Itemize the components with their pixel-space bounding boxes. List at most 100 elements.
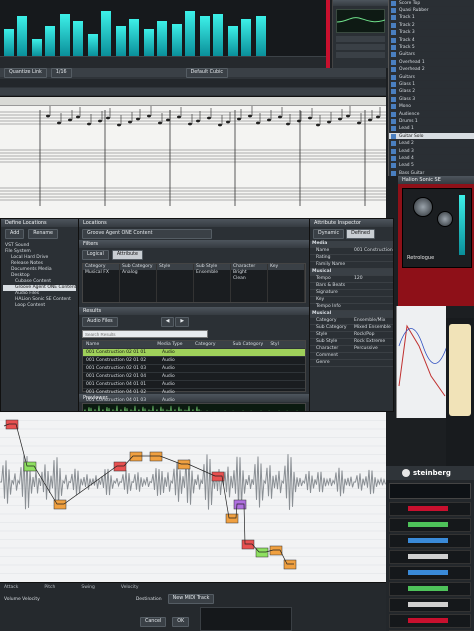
insert-slot[interactable] [336, 52, 385, 58]
attribute-value[interactable]: Mixed Ensemble [354, 325, 391, 331]
search-results-input[interactable] [82, 330, 208, 338]
track-row[interactable]: Glass 1 [389, 81, 474, 89]
track-row[interactable]: Score Top [389, 0, 474, 8]
track-row[interactable]: Track 1 [389, 15, 474, 23]
track-row[interactable]: Track 3 [389, 30, 474, 37]
steinberg-control-row[interactable] [389, 550, 471, 564]
attribute-value[interactable]: 120 [354, 276, 363, 282]
pitch-segment[interactable] [149, 451, 163, 462]
results-column-header[interactable]: Category [195, 342, 227, 348]
filter-column[interactable]: Sub Category Analog [120, 264, 157, 302]
score-staff-area[interactable] [0, 106, 386, 218]
track-row[interactable]: Lead 2 [389, 140, 474, 148]
track-row[interactable]: Quasi Rubber [389, 7, 474, 15]
pitch-segment[interactable] [129, 451, 143, 462]
attribute-value[interactable]: Rock Extreme [354, 339, 385, 345]
length-select[interactable]: Default Cubic [185, 68, 229, 78]
results-row[interactable]: 001 Construction 02 01 01 Audio [83, 349, 305, 357]
track-row[interactable]: Guitar Solo [389, 133, 474, 141]
attribute-value[interactable]: Ensemble/Mix [354, 318, 385, 324]
logical-filter-tab[interactable]: Logical [82, 250, 109, 260]
filter-value[interactable]: Ensemble [194, 270, 230, 276]
ok-button[interactable]: OK [172, 617, 190, 627]
filter-column[interactable]: Character Bright Clean [231, 264, 268, 302]
track-row[interactable]: Overhead 2 [389, 67, 474, 74]
results-row[interactable]: 001 Construction 02 01 02 Audio [83, 357, 305, 365]
filter-column[interactable]: Sub Style Ensemble [194, 264, 231, 302]
steinberg-control-row[interactable] [389, 566, 471, 580]
filter-value[interactable]: Clean [231, 276, 267, 282]
pitch-editor-canvas[interactable] [0, 412, 386, 582]
quantize-link-button[interactable]: Quantize Link [4, 68, 47, 78]
steinberg-control-row[interactable] [389, 614, 471, 628]
insert-slot[interactable] [336, 36, 385, 42]
results-type-select[interactable]: Audio Files [82, 317, 118, 327]
track-icon [391, 22, 396, 28]
next-page-icon[interactable]: ▶ [175, 317, 190, 327]
track-row[interactable]: Lead 3 [389, 148, 474, 156]
track-row[interactable]: Track 2 [389, 22, 474, 30]
transport-buttons[interactable]: ◀ ▶ [160, 317, 190, 327]
add-location-button[interactable]: Add [5, 229, 25, 239]
results-column-header[interactable]: Sub Category [233, 342, 265, 348]
filter-value[interactable]: Musical FX [83, 270, 119, 276]
insert-slot[interactable] [336, 44, 385, 50]
steinberg-control-row[interactable] [389, 598, 471, 612]
steinberg-control-row[interactable] [389, 502, 471, 516]
steinberg-control-row[interactable] [389, 582, 471, 596]
track-row[interactable]: Glass 3 [389, 96, 474, 104]
track-name: Track 1 [399, 15, 415, 21]
track-row[interactable]: Lead 1 [389, 126, 474, 134]
quantize-value-select[interactable]: 1/16 [50, 68, 72, 78]
attribute-section-header[interactable]: Musical [310, 269, 393, 276]
dynamic-tab[interactable]: Dynamic [313, 229, 345, 239]
track-row[interactable]: Guitars [389, 52, 474, 60]
track-row[interactable]: Overhead 1 [389, 59, 474, 67]
track-icon [391, 81, 396, 87]
track-row[interactable]: Track 5 [389, 44, 474, 52]
steinberg-control-row[interactable] [389, 518, 471, 532]
track-row[interactable]: Track 4 [389, 37, 474, 45]
track-row[interactable]: Audience [389, 111, 474, 119]
track-row[interactable]: Lead 5 [389, 163, 474, 170]
attribute-filter-tab[interactable]: Attribute [111, 250, 143, 260]
track-name: Glass 2 [399, 89, 416, 95]
track-row[interactable]: Lead 4 [389, 155, 474, 163]
track-row[interactable]: Guitars [389, 74, 474, 82]
instrument-knob[interactable] [437, 211, 453, 227]
attribute-value[interactable]: Percussive [354, 346, 378, 352]
first-page-icon[interactable]: ◀ [160, 317, 175, 327]
note-head [128, 120, 132, 124]
filter-column-header: Style [157, 264, 193, 270]
filter-column[interactable]: Style [157, 264, 194, 302]
location-select[interactable]: Groove Agent ONE Content [82, 229, 212, 239]
track-row[interactable]: Drums 1 [389, 118, 474, 126]
attribute-section-header[interactable]: Musical [310, 311, 393, 318]
results-column-header[interactable]: Styl [270, 342, 302, 348]
results-table: Name Media Type Category Sub Category Styl 00… [82, 340, 306, 405]
pitch-segment[interactable] [177, 459, 191, 470]
track-name: Overhead 2 [399, 67, 425, 73]
rename-location-button[interactable]: Rename [28, 229, 58, 239]
results-row[interactable]: 001 Construction 02 01 04 Audio [83, 373, 305, 381]
defined-tab[interactable]: Defined [346, 229, 375, 239]
note-head [177, 115, 181, 119]
filter-value[interactable]: Analog [120, 270, 156, 276]
location-tree-item[interactable]: Loop Content [3, 303, 76, 309]
cancel-button[interactable]: Cancel [140, 617, 167, 627]
pitch-segment[interactable] [255, 547, 269, 558]
results-row[interactable]: 001 Construction 04 01 01 Audio [83, 381, 305, 389]
steinberg-control-row[interactable] [389, 534, 471, 548]
instrument-knob[interactable] [413, 197, 433, 217]
filter-column[interactable]: Category Musical FX [83, 264, 120, 302]
attribute-value[interactable]: 001 Construction [354, 248, 393, 254]
destination-select[interactable]: New MIDI Track [167, 594, 215, 604]
results-column-header[interactable]: Media Type [157, 342, 189, 348]
track-row[interactable]: Mono [389, 103, 474, 111]
results-column-header[interactable]: Name [86, 342, 151, 348]
track-row[interactable]: Glass 2 [389, 89, 474, 97]
attribute-section-header[interactable]: Media [310, 241, 393, 248]
attribute-value[interactable]: Rock/Pop [354, 332, 374, 338]
filter-column[interactable]: Key [268, 264, 305, 302]
results-row[interactable]: 001 Construction 02 01 03 Audio [83, 365, 305, 373]
